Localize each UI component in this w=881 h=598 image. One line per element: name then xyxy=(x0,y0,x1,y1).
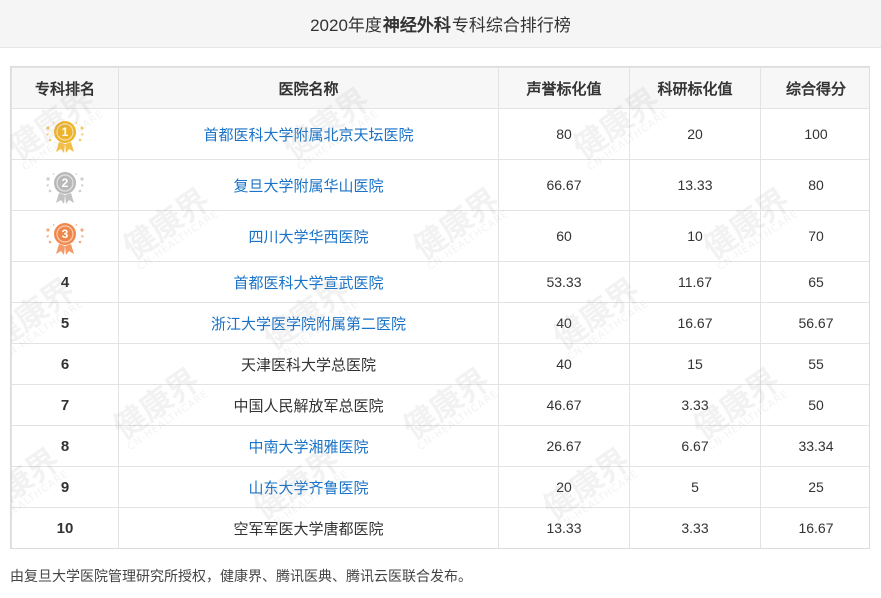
header-total: 综合得分 xyxy=(760,67,869,109)
medal-rank-number: 3 xyxy=(61,227,69,241)
table-row: 9 山东大学齐鲁医院 20 5 25 xyxy=(11,466,869,508)
header-rank: 专科排名 xyxy=(11,67,119,109)
reputation-cell: 26.67 xyxy=(498,425,630,467)
reputation-cell: 60 xyxy=(498,210,630,262)
total-cell: 56.67 xyxy=(760,302,869,344)
medal-rank-number: 2 xyxy=(61,176,69,190)
reputation-cell: 46.67 xyxy=(498,384,630,426)
research-cell: 20 xyxy=(629,108,761,160)
title-highlight: 神经外科 xyxy=(382,16,451,35)
ranking-table: 专科排名 医院名称 声誉标化值 科研标化值 综合得分 1 首都医科大学附属北京天坛… xyxy=(11,67,869,548)
total-cell: 50 xyxy=(760,384,869,426)
hospital-cell: 空军军医大学唐都医院 xyxy=(118,507,499,548)
hospital-link[interactable]: 山东大学齐鲁医院 xyxy=(248,480,368,497)
hospital-cell: 四川大学华西医院 xyxy=(118,210,499,262)
table-header-row: 专科排名 医院名称 声誉标化值 科研标化值 综合得分 xyxy=(11,67,869,109)
hospital-cell: 中南大学湘雅医院 xyxy=(118,425,499,467)
rank-cell: 8 xyxy=(11,425,119,467)
table-row: 7 中国人民解放军总医院 46.67 3.33 50 xyxy=(11,384,869,426)
table-row: 2 复旦大学附属华山医院 66.67 13.33 80 xyxy=(11,159,869,211)
research-cell: 3.33 xyxy=(629,384,761,426)
rank-cell: 6 xyxy=(11,343,119,385)
header-research: 科研标化值 xyxy=(629,67,761,109)
table-row: 5 浙江大学医学院附属第二医院 40 16.67 56.67 xyxy=(11,302,869,344)
hospital-link[interactable]: 浙江大学医学院附属第二医院 xyxy=(211,316,406,333)
hospital-cell: 天津医科大学总医院 xyxy=(118,343,499,385)
research-cell: 13.33 xyxy=(629,159,761,211)
research-cell: 16.67 xyxy=(629,302,761,344)
research-cell: 6.67 xyxy=(629,425,761,467)
reputation-cell: 13.33 xyxy=(498,507,630,548)
rank-cell: 5 xyxy=(11,302,119,344)
reputation-cell: 66.67 xyxy=(498,159,630,211)
hospital-name: 中国人民解放军总医院 xyxy=(233,397,384,415)
title-suffix: 专科综合排行榜 xyxy=(451,16,571,35)
rank-cell: 10 xyxy=(11,507,119,548)
hospital-cell: 山东大学齐鲁医院 xyxy=(118,466,499,508)
rank-cell: 1 xyxy=(11,108,119,160)
reputation-cell: 53.33 xyxy=(498,261,630,303)
research-cell: 5 xyxy=(629,466,761,508)
hospital-cell: 首都医科大学宣武医院 xyxy=(118,261,499,303)
total-cell: 70 xyxy=(760,210,869,262)
total-cell: 33.34 xyxy=(760,425,869,467)
total-cell: 65 xyxy=(760,261,869,303)
hospital-link[interactable]: 首都医科大学宣武医院 xyxy=(233,275,383,292)
hospital-name: 天津医科大学总医院 xyxy=(240,356,376,374)
hospital-link[interactable]: 中南大学湘雅医院 xyxy=(248,439,368,456)
research-cell: 11.67 xyxy=(629,261,761,303)
rank-cell: 3 xyxy=(11,210,119,262)
table-row: 6 天津医科大学总医院 40 15 55 xyxy=(11,343,869,385)
page-title: 2020年度 神经外科 专科综合排行榜 xyxy=(0,0,881,48)
header-hospital: 医院名称 xyxy=(118,67,499,109)
total-cell: 25 xyxy=(760,466,869,508)
hospital-cell: 中国人民解放军总医院 xyxy=(118,384,499,426)
total-cell: 100 xyxy=(760,108,869,160)
research-cell: 15 xyxy=(629,343,761,385)
total-cell: 16.67 xyxy=(760,507,869,548)
table-row: 4 首都医科大学宣武医院 53.33 11.67 65 xyxy=(11,261,869,303)
hospital-link[interactable]: 复旦大学附属华山医院 xyxy=(233,178,383,195)
ranking-table-container: 专科排名 医院名称 声誉标化值 科研标化值 综合得分 1 首都医科大学附属北京天坛… xyxy=(10,66,870,549)
research-cell: 10 xyxy=(629,210,761,262)
reputation-cell: 80 xyxy=(498,108,630,160)
rank-cell: 4 xyxy=(11,261,119,303)
table-row: 1 首都医科大学附属北京天坛医院 80 20 100 xyxy=(11,108,869,160)
total-cell: 55 xyxy=(760,343,869,385)
total-cell: 80 xyxy=(760,159,869,211)
hospital-name: 空军军医大学唐都医院 xyxy=(233,520,384,538)
hospital-cell: 首都医科大学附属北京天坛医院 xyxy=(118,108,499,160)
table-row: 3 四川大学华西医院 60 10 70 xyxy=(11,210,869,262)
research-cell: 3.33 xyxy=(629,507,761,548)
reputation-cell: 40 xyxy=(498,302,630,344)
hospital-cell: 浙江大学医学院附属第二医院 xyxy=(118,302,499,344)
rank-cell: 7 xyxy=(11,384,119,426)
reputation-cell: 40 xyxy=(498,343,630,385)
medal-rank-number: 1 xyxy=(61,125,69,139)
hospital-cell: 复旦大学附属华山医院 xyxy=(118,159,499,211)
hospital-link[interactable]: 首都医科大学附属北京天坛医院 xyxy=(203,127,413,144)
header-reputation: 声誉标化值 xyxy=(498,67,630,109)
title-prefix: 2020年度 xyxy=(310,16,382,35)
footer-note: 由复旦大学医院管理研究所授权，健康界、腾讯医典、腾讯云医联合发布。 xyxy=(10,568,472,584)
reputation-cell: 20 xyxy=(498,466,630,508)
rank-cell: 9 xyxy=(11,466,119,508)
table-row: 8 中南大学湘雅医院 26.67 6.67 33.34 xyxy=(11,425,869,467)
rank-cell: 2 xyxy=(11,159,119,211)
table-row: 10 空军军医大学唐都医院 13.33 3.33 16.67 xyxy=(11,507,869,548)
hospital-link[interactable]: 四川大学华西医院 xyxy=(248,229,368,246)
